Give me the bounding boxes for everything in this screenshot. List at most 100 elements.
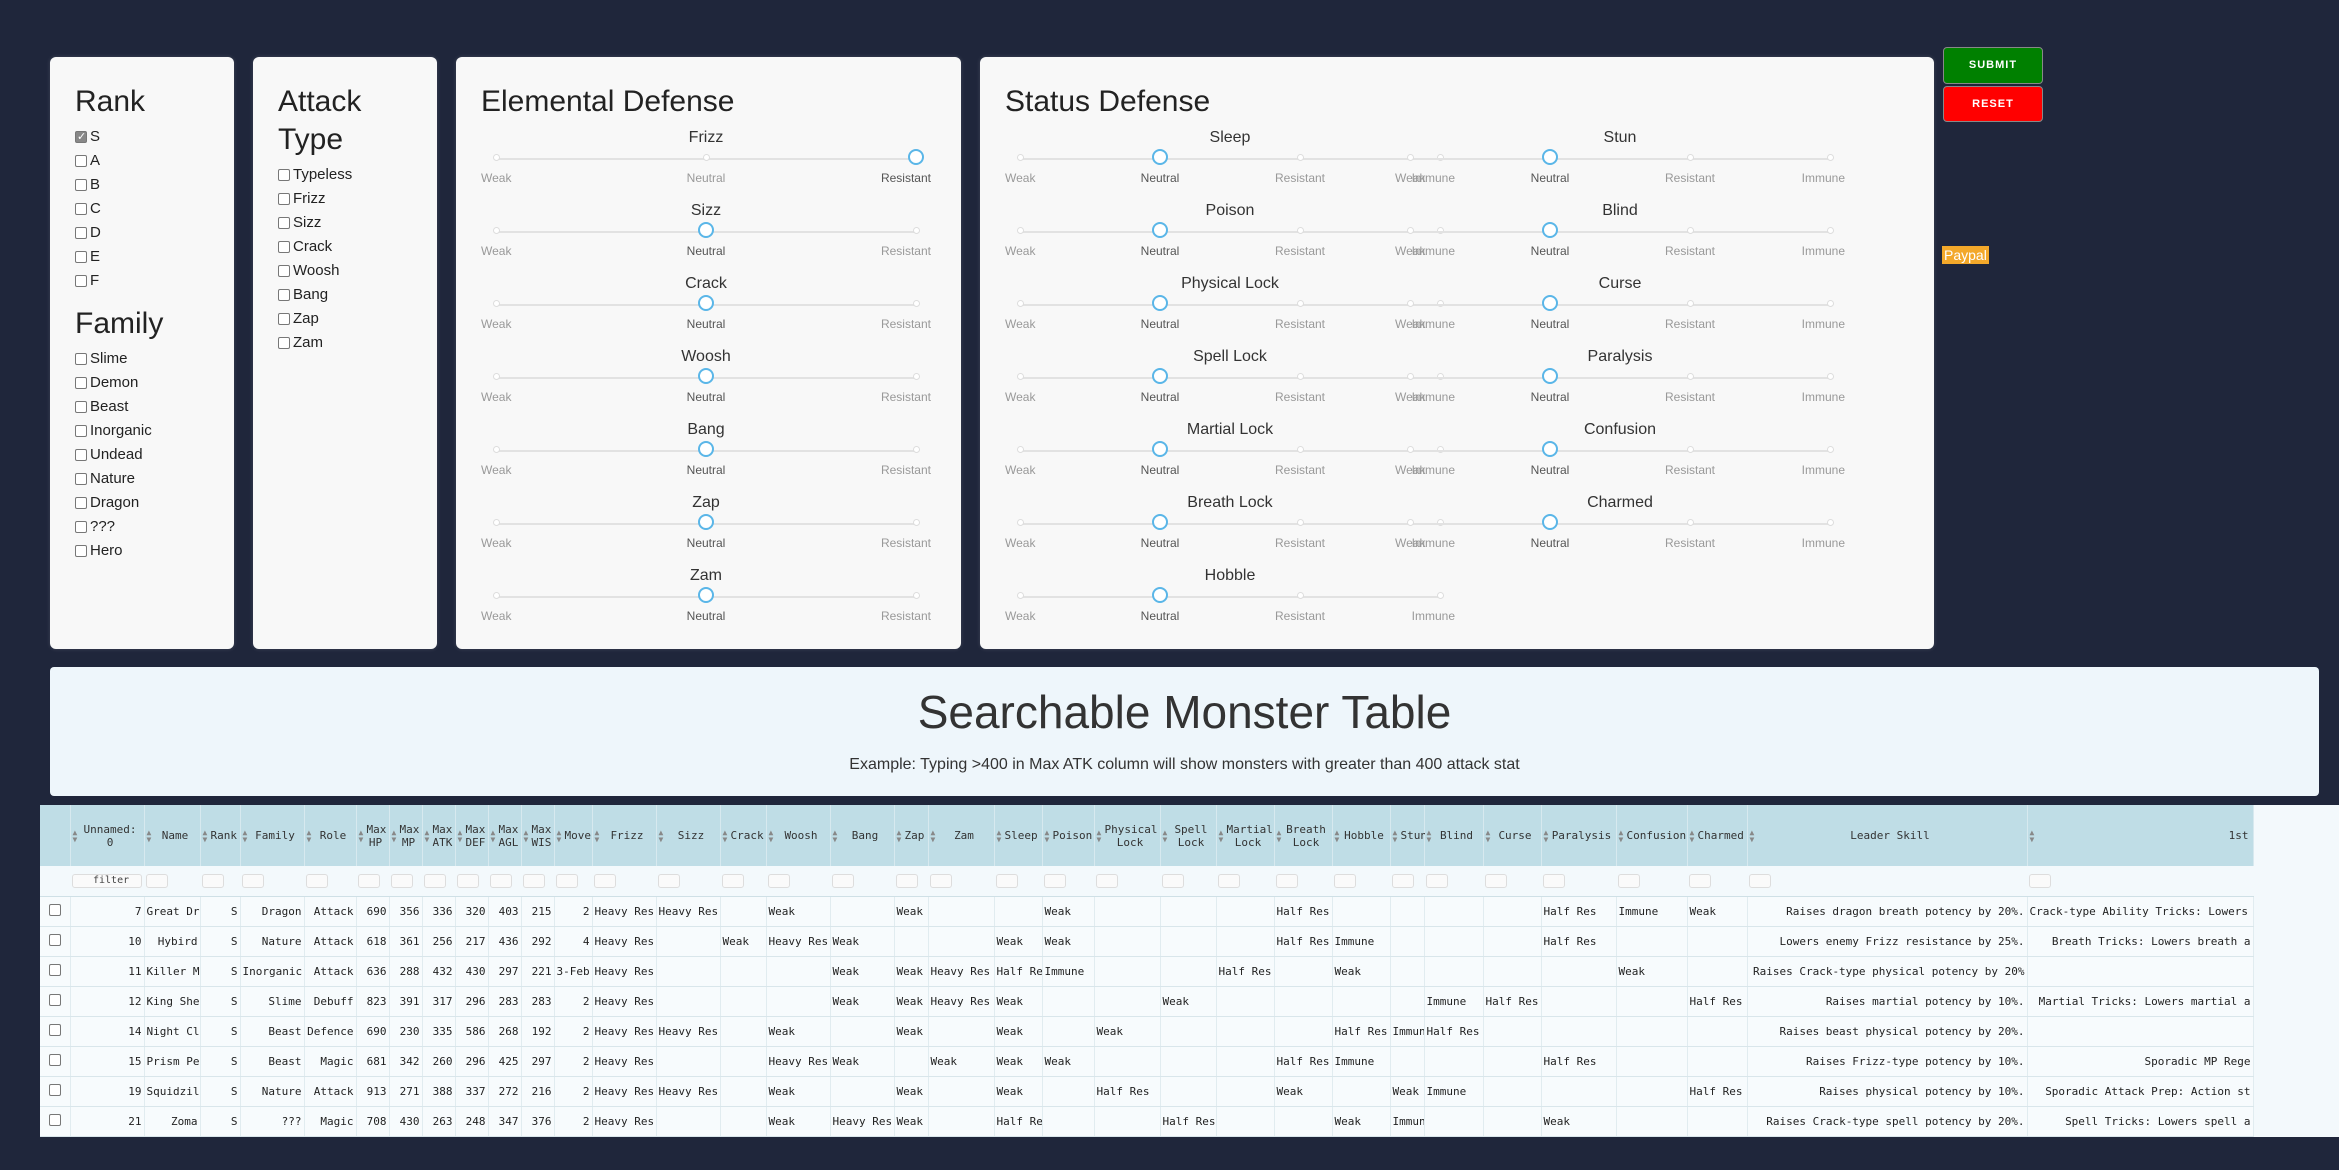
column-filter-input[interactable] xyxy=(306,873,328,888)
column-header-max-def[interactable]: ▲ ▼ Max DEF xyxy=(455,805,489,866)
slider-track[interactable] xyxy=(1410,304,1830,306)
column-header-breath-lock[interactable]: ▲ ▼ Breath Lock xyxy=(1274,805,1333,866)
attack-type-checkbox[interactable] xyxy=(278,193,290,206)
paypal-link[interactable]: Paypal xyxy=(1942,246,1989,264)
sort-icon[interactable]: ▲ ▼ xyxy=(73,828,78,843)
sort-icon[interactable]: ▲ ▼ xyxy=(557,828,562,843)
column-filter-input[interactable] xyxy=(930,873,952,888)
rank-checkbox[interactable] xyxy=(75,203,87,216)
column-filter-input[interactable] xyxy=(1334,873,1356,888)
rank-option-e[interactable]: E xyxy=(75,245,234,269)
column-header-curse[interactable]: ▲ ▼ Curse xyxy=(1483,805,1542,866)
slider-handle[interactable] xyxy=(1152,441,1168,457)
rank-option-f[interactable]: F xyxy=(75,269,234,293)
row-select-checkbox[interactable] xyxy=(48,1023,61,1036)
attack-type-option-zam[interactable]: Zam xyxy=(278,331,437,355)
sort-icon[interactable]: ▲ ▼ xyxy=(2030,828,2035,843)
column-header-crack[interactable]: ▲ ▼ Crack xyxy=(720,805,767,866)
column-filter-input[interactable] xyxy=(146,873,168,888)
slider-track[interactable] xyxy=(1410,158,1830,160)
column-header-max-atk[interactable]: ▲ ▼ Max ATK xyxy=(422,805,456,866)
sort-icon[interactable]: ▲ ▼ xyxy=(769,828,774,843)
column-filter-input[interactable] xyxy=(594,873,616,888)
slider-handle[interactable] xyxy=(698,222,714,238)
sort-icon[interactable]: ▲ ▼ xyxy=(1277,828,1282,843)
column-filter-input[interactable] xyxy=(1392,873,1414,888)
attack-type-checkbox[interactable] xyxy=(278,169,290,182)
table-row[interactable]: 10 Hybird S Nature Attack 618 361 256 217 436 292 4… xyxy=(40,926,2254,957)
family-checkbox[interactable] xyxy=(75,353,87,366)
rank-checkbox[interactable] xyxy=(75,155,87,168)
column-header-family[interactable]: ▲ ▼ Family xyxy=(240,805,305,866)
column-filter-input[interactable] xyxy=(1426,873,1448,888)
rank-checkbox[interactable] xyxy=(75,125,87,149)
sizz-defense-slider[interactable]: Sizz Weak Neutral Resistant xyxy=(481,201,931,274)
family-checkbox[interactable] xyxy=(75,473,87,486)
sort-icon[interactable]: ▲ ▼ xyxy=(833,828,838,843)
column-header-hobble[interactable]: ▲ ▼ Hobble xyxy=(1332,805,1391,866)
slider-handle[interactable] xyxy=(1152,587,1168,603)
column-header-max-agl[interactable]: ▲ ▼ Max AGL xyxy=(488,805,522,866)
rank-checkbox[interactable] xyxy=(75,251,87,264)
column-filter-input[interactable] xyxy=(523,873,545,888)
row-select-checkbox[interactable] xyxy=(48,1113,61,1126)
column-header-max-wis[interactable]: ▲ ▼ Max WIS xyxy=(521,805,555,866)
family-option-inorganic[interactable]: Inorganic xyxy=(75,419,234,443)
sort-icon[interactable]: ▲ ▼ xyxy=(1335,828,1340,843)
attack-type-checkbox[interactable] xyxy=(278,289,290,302)
family-option-slime[interactable]: Slime xyxy=(75,347,234,371)
slider-handle[interactable] xyxy=(698,587,714,603)
hobble-defense-slider[interactable]: Hobble Weak Neutral Resistant Immune xyxy=(1005,566,1455,639)
sort-icon[interactable]: ▲ ▼ xyxy=(458,828,463,843)
column-filter-input[interactable] xyxy=(1749,873,1771,888)
slider-handle[interactable] xyxy=(1542,441,1558,457)
sort-icon[interactable]: ▲ ▼ xyxy=(1045,828,1050,843)
row-select-checkbox[interactable] xyxy=(48,963,61,976)
column-filter-input[interactable] xyxy=(556,873,578,888)
blind-defense-slider[interactable]: Blind Weak Neutral Resistant Immune xyxy=(1395,201,1845,274)
sort-icon[interactable]: ▲ ▼ xyxy=(723,828,728,843)
slider-handle[interactable] xyxy=(908,149,924,165)
poison-defense-slider[interactable]: Poison Weak Neutral Resistant Immune xyxy=(1005,201,1455,274)
sort-icon[interactable]: ▲ ▼ xyxy=(243,828,248,843)
column-header-stun[interactable]: ▲ ▼ Stun xyxy=(1390,805,1427,866)
column-filter-input[interactable] xyxy=(2029,873,2051,888)
rank-checkbox[interactable] xyxy=(75,275,87,288)
family-checkbox[interactable] xyxy=(75,497,87,510)
sort-icon[interactable]: ▲ ▼ xyxy=(931,828,936,843)
attack-type-checkbox[interactable] xyxy=(278,241,290,254)
slider-track[interactable] xyxy=(1020,158,1440,160)
slider-track[interactable] xyxy=(1020,596,1440,598)
slider-handle[interactable] xyxy=(1152,514,1168,530)
sort-icon[interactable]: ▲ ▼ xyxy=(524,828,529,843)
slider-handle[interactable] xyxy=(698,514,714,530)
slider-handle[interactable] xyxy=(1542,514,1558,530)
column-filter-input[interactable] xyxy=(202,873,224,888)
column-header-sizz[interactable]: ▲ ▼ Sizz xyxy=(656,805,721,866)
column-header-physical-lock[interactable]: ▲ ▼ Physical Lock xyxy=(1094,805,1161,866)
column-header-zap[interactable]: ▲ ▼ Zap xyxy=(894,805,929,866)
column-filter-input[interactable] xyxy=(1485,873,1507,888)
slider-track[interactable] xyxy=(1410,231,1830,233)
sort-icon[interactable]: ▲ ▼ xyxy=(1427,828,1432,843)
column-header-poison[interactable]: ▲ ▼ Poison xyxy=(1042,805,1095,866)
family-option-hero[interactable]: Hero xyxy=(75,539,234,563)
column-header-blind[interactable]: ▲ ▼ Blind xyxy=(1424,805,1484,866)
column-filter-input[interactable] xyxy=(242,873,264,888)
column-header-martial-lock[interactable]: ▲ ▼ Martial Lock xyxy=(1216,805,1275,866)
bang-defense-slider[interactable]: Bang Weak Neutral Resistant xyxy=(481,420,931,493)
row-select-checkbox[interactable] xyxy=(48,903,61,916)
column-header-unnamed-0[interactable]: ▲ ▼ Unnamed: 0 xyxy=(70,805,145,866)
slider-track[interactable] xyxy=(1020,523,1440,525)
attack-type-checkbox[interactable] xyxy=(278,217,290,230)
column-header-spell-lock[interactable]: ▲ ▼ Spell Lock xyxy=(1160,805,1217,866)
column-filter-input[interactable] xyxy=(1162,873,1184,888)
column-header-bang[interactable]: ▲ ▼ Bang xyxy=(830,805,895,866)
column-header-woosh[interactable]: ▲ ▼ Woosh xyxy=(766,805,831,866)
column-header-name[interactable]: ▲ ▼ Name xyxy=(144,805,201,866)
table-row[interactable]: 11Killer MachineSInorganicAttack63628843… xyxy=(40,956,2254,987)
sort-icon[interactable]: ▲ ▼ xyxy=(1544,828,1549,843)
table-row[interactable]: 19SquidzillaSNatureAttack913271388337272… xyxy=(40,1076,2254,1107)
family-option-demon[interactable]: Demon xyxy=(75,371,234,395)
sort-icon[interactable]: ▲ ▼ xyxy=(1219,828,1224,843)
